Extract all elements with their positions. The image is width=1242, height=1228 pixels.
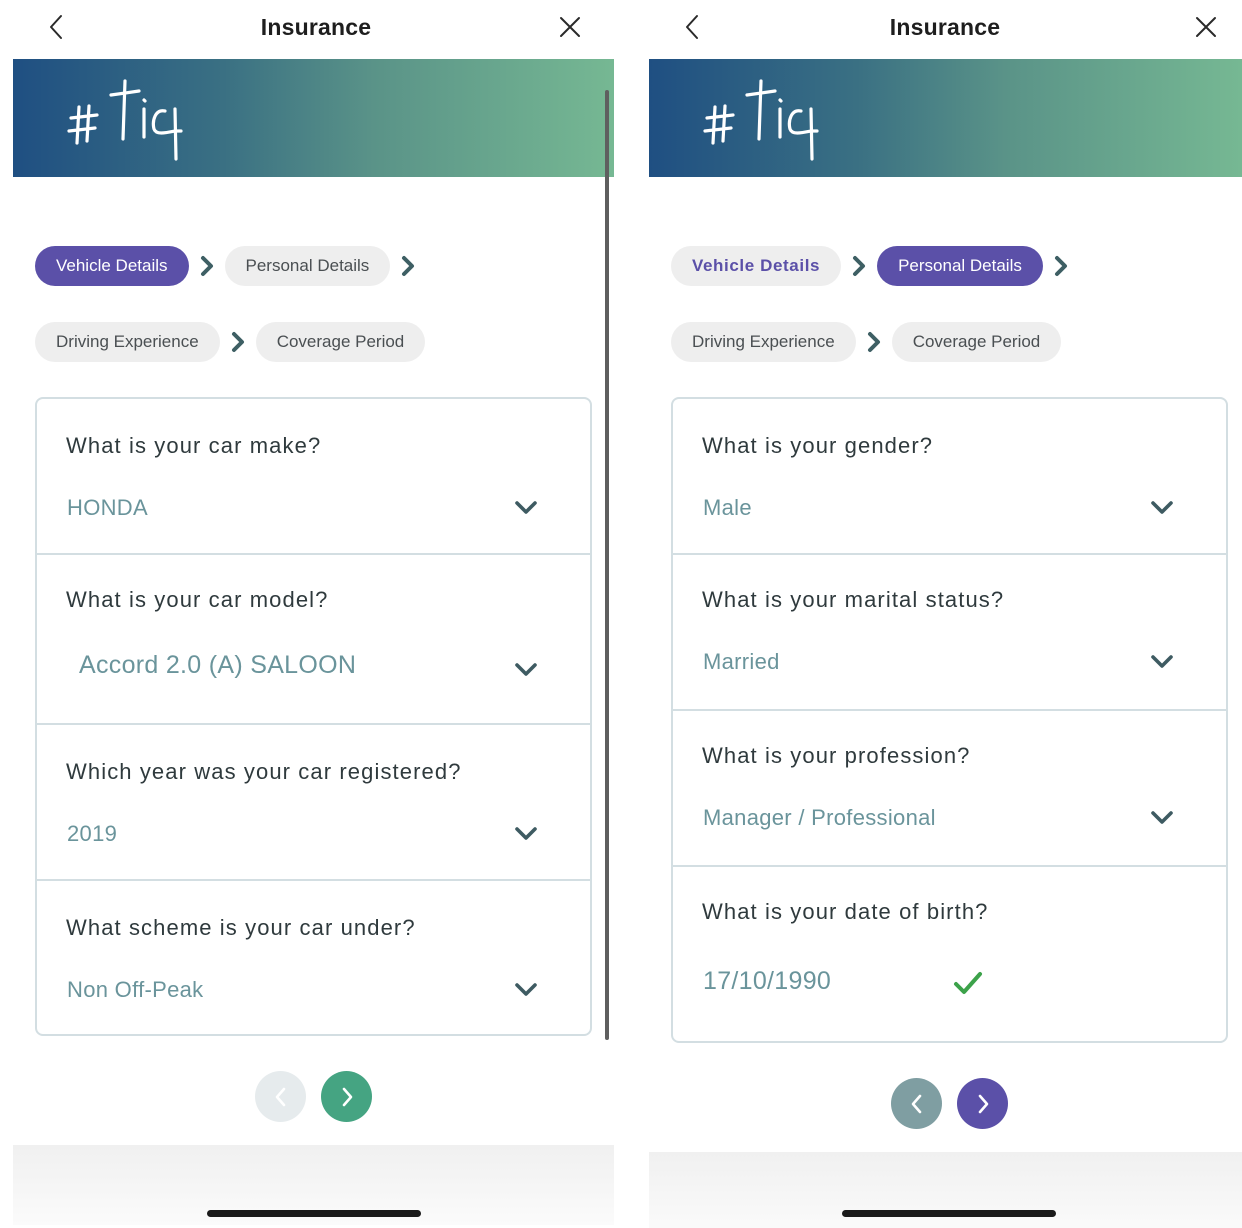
field-question: What is your gender? bbox=[702, 433, 934, 458]
tiq-logo bbox=[689, 73, 824, 163]
chevron-down-icon bbox=[514, 825, 538, 843]
field-value: Accord 2.0 (A) SALOON bbox=[79, 651, 357, 679]
registration-year-dropdown[interactable]: Which year was your car registered? 2019 bbox=[37, 725, 590, 881]
step-personal-details[interactable]: Personal Details bbox=[877, 246, 1043, 286]
field-question: What scheme is your car under? bbox=[66, 915, 416, 940]
screen-vehicle-details: Insurance Vehicle Details Personal Detai… bbox=[0, 0, 632, 1228]
marital-status-dropdown[interactable]: What is your marital status? Married bbox=[673, 555, 1226, 711]
brand-banner bbox=[649, 59, 1242, 177]
chevron-left-icon bbox=[911, 1094, 921, 1113]
field-value: Married bbox=[703, 649, 780, 674]
field-question: What is your car make? bbox=[66, 433, 322, 458]
field-value: 17/10/1990 bbox=[703, 967, 832, 995]
brand-banner bbox=[13, 59, 614, 177]
profession-dropdown[interactable]: What is your profession? Manager / Profe… bbox=[673, 711, 1226, 867]
prev-button-disabled[interactable] bbox=[255, 1071, 306, 1122]
chevron-down-icon bbox=[1150, 809, 1174, 827]
step-personal-details[interactable]: Personal Details bbox=[224, 246, 391, 286]
next-button[interactable] bbox=[321, 1071, 372, 1122]
chevron-down-icon bbox=[514, 981, 538, 999]
date-of-birth-input[interactable]: What is your date of birth? 17/10/1990 bbox=[673, 867, 1226, 1041]
checkmark-icon bbox=[953, 971, 983, 997]
gender-dropdown[interactable]: What is your gender? Male bbox=[673, 399, 1226, 555]
screen-personal-details: Insurance Vehicle Details Personal Detai… bbox=[636, 0, 1242, 1228]
step-chevron-icon bbox=[400, 255, 416, 277]
field-question: What is your car model? bbox=[66, 587, 329, 612]
step-chevron-icon bbox=[1053, 255, 1069, 277]
step-driving-experience[interactable]: Driving Experience bbox=[671, 322, 856, 362]
car-scheme-dropdown[interactable]: What scheme is your car under? Non Off-P… bbox=[37, 881, 590, 1034]
tiq-logo bbox=[53, 73, 188, 163]
page-title: Insurance bbox=[889, 14, 1001, 40]
step-coverage-period[interactable]: Coverage Period bbox=[891, 322, 1062, 362]
step-chevron-icon bbox=[199, 255, 215, 277]
field-value: Male bbox=[703, 495, 752, 520]
page-title: Insurance bbox=[260, 14, 372, 40]
pager bbox=[255, 1071, 372, 1122]
car-model-dropdown[interactable]: What is your car model? Accord 2.0 (A) S… bbox=[37, 555, 590, 725]
field-question: What is your profession? bbox=[702, 743, 971, 768]
field-value: HONDA bbox=[67, 495, 148, 520]
prev-button[interactable] bbox=[891, 1078, 942, 1129]
chevron-right-icon bbox=[342, 1087, 352, 1106]
personal-form-card: What is your gender? Male What is your m… bbox=[671, 397, 1228, 1043]
next-button[interactable] bbox=[957, 1078, 1008, 1129]
nav-bar: Insurance bbox=[636, 0, 1242, 58]
chevron-down-icon bbox=[1150, 653, 1174, 671]
vehicle-form-card: What is your car make? HONDA What is you… bbox=[35, 397, 592, 1036]
close-icon[interactable] bbox=[555, 12, 585, 42]
step-driving-experience[interactable]: Driving Experience bbox=[35, 322, 220, 362]
nav-bar: Insurance bbox=[0, 0, 632, 58]
chevron-down-icon bbox=[514, 661, 538, 679]
step-coverage-period[interactable]: Coverage Period bbox=[255, 322, 426, 362]
step-chevron-icon bbox=[851, 255, 867, 277]
field-value: Non Off-Peak bbox=[67, 977, 204, 1002]
step-vehicle-details[interactable]: Vehicle Details bbox=[35, 246, 189, 286]
chevron-left-icon bbox=[275, 1087, 285, 1106]
car-make-dropdown[interactable]: What is your car make? HONDA bbox=[37, 399, 590, 555]
close-icon[interactable] bbox=[1191, 12, 1221, 42]
home-indicator[interactable] bbox=[207, 1210, 421, 1217]
field-question: Which year was your car registered? bbox=[66, 759, 462, 784]
chevron-down-icon bbox=[1150, 499, 1174, 517]
chevron-down-icon bbox=[514, 499, 538, 517]
scrollbar[interactable] bbox=[605, 90, 609, 1040]
home-indicator[interactable] bbox=[842, 1210, 1056, 1217]
field-question: What is your marital status? bbox=[702, 587, 1005, 612]
step-vehicle-details[interactable]: Vehicle Details bbox=[671, 246, 842, 286]
pager bbox=[891, 1078, 1008, 1129]
field-value: 2019 bbox=[67, 821, 118, 846]
step-chevron-icon bbox=[866, 331, 882, 353]
field-question: What is your date of birth? bbox=[702, 899, 989, 924]
step-chevron-icon bbox=[230, 331, 246, 353]
field-value: Manager / Professional bbox=[703, 805, 936, 830]
chevron-right-icon bbox=[978, 1094, 988, 1113]
